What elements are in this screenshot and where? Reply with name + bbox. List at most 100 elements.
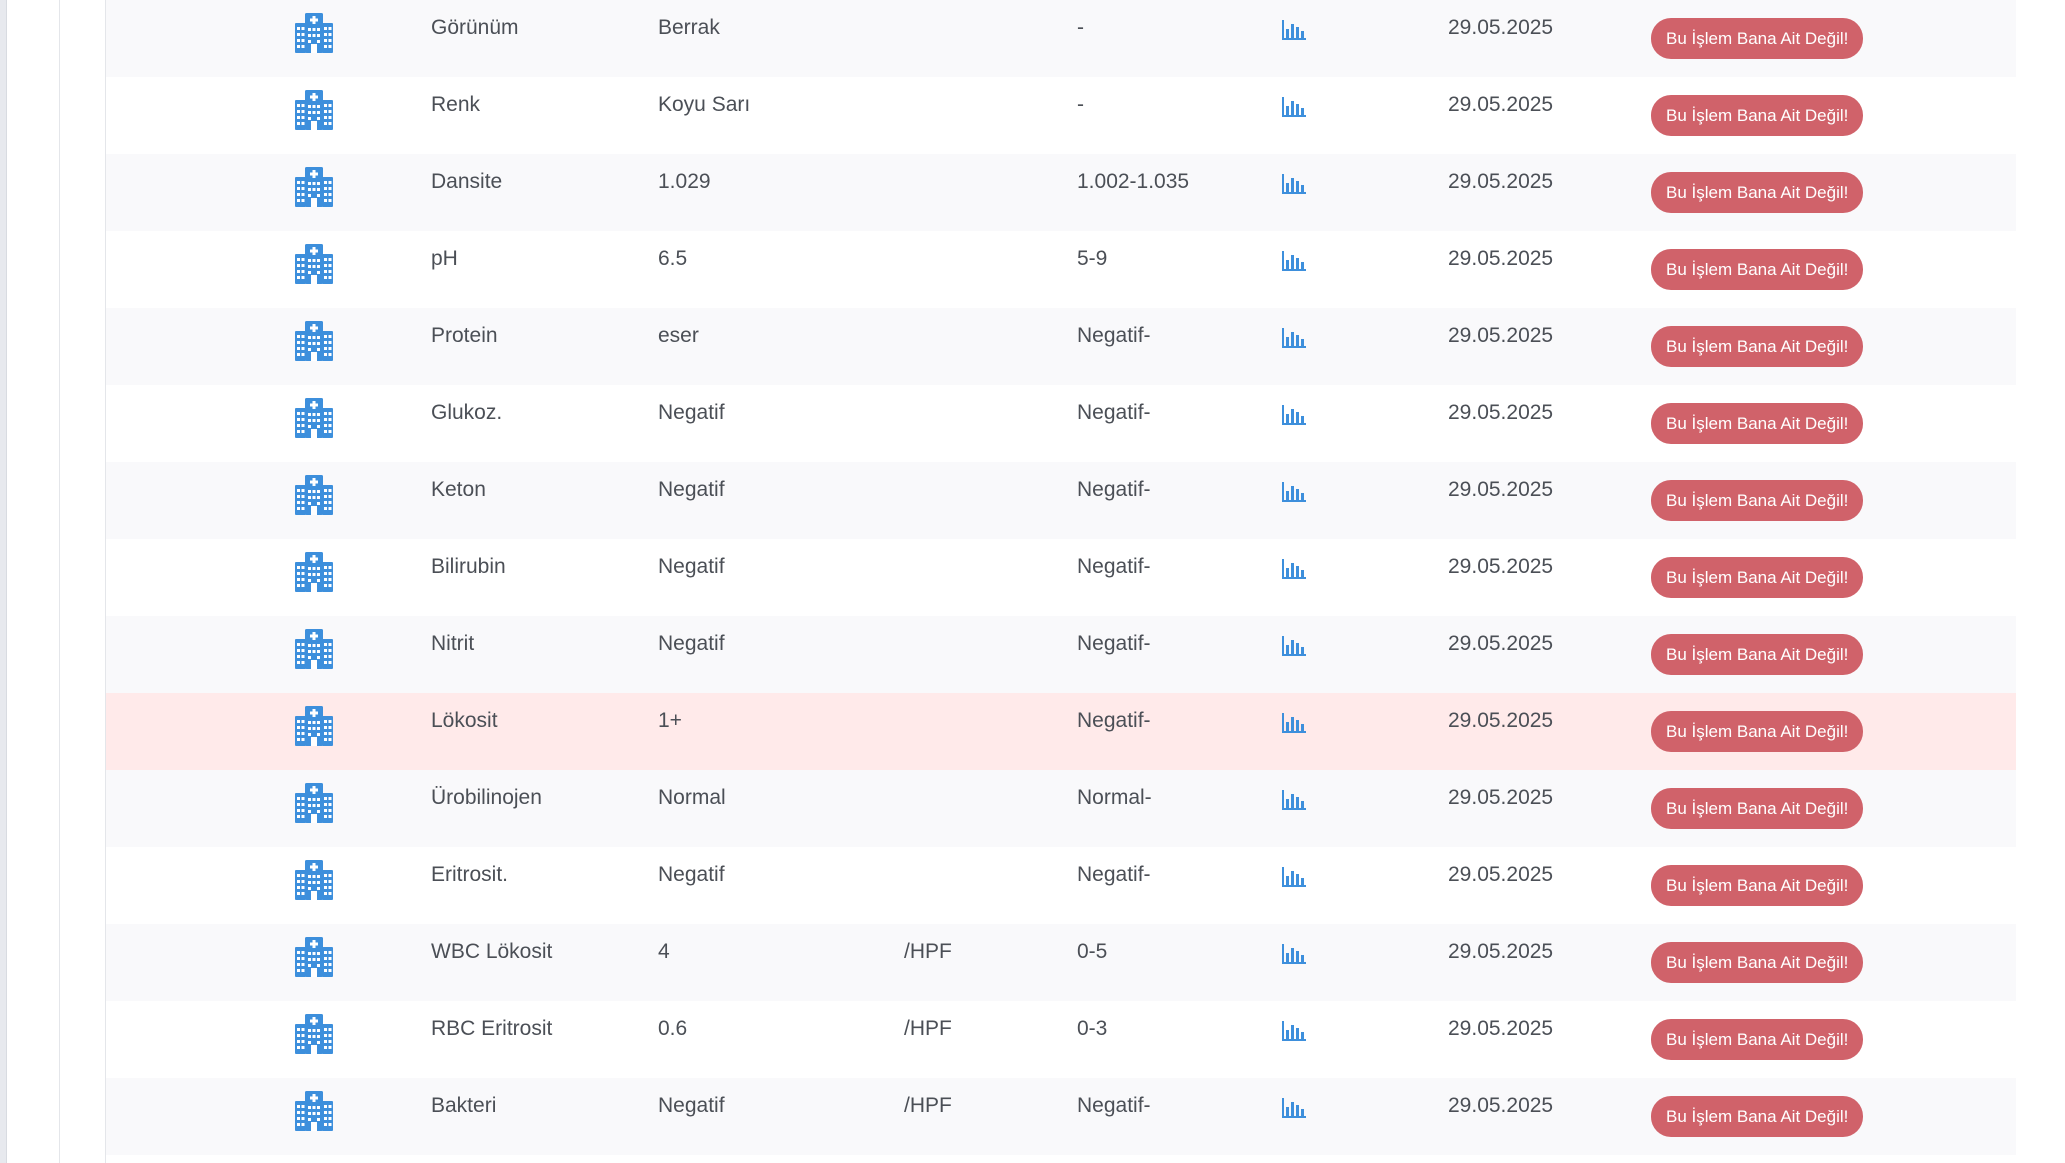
- reference-range: 0-3: [1077, 1017, 1108, 1040]
- reference-range: Normal-: [1077, 786, 1152, 809]
- hospital-building-icon: [292, 858, 336, 902]
- result-value: Negatif: [658, 863, 725, 886]
- not-my-procedure-button[interactable]: Bu İşlem Bana Ait Değil!: [1651, 326, 1864, 367]
- bar-chart-icon[interactable]: [1282, 1021, 1306, 1041]
- reference-range: -: [1077, 16, 1084, 39]
- reference-range: 1.002-1.035: [1077, 170, 1190, 193]
- bar-chart-icon[interactable]: [1282, 20, 1306, 40]
- bar-chart-icon[interactable]: [1282, 559, 1306, 579]
- action-cell: Bu İşlem Bana Ait Değil!: [1651, 1019, 1864, 1060]
- result-value: 0.6: [658, 1017, 688, 1040]
- result-value: eser: [658, 324, 699, 347]
- test-name: Eritrosit.: [431, 863, 509, 886]
- hospital-building-icon: [292, 1089, 336, 1133]
- table-row: Bakteri Negatif /HPF Negatif- 29.05.2025…: [106, 1078, 2016, 1155]
- test-name: Protein: [431, 324, 498, 347]
- action-cell: Bu İşlem Bana Ait Değil!: [1651, 95, 1864, 136]
- bar-chart-icon[interactable]: [1282, 405, 1306, 425]
- bar-chart-icon[interactable]: [1282, 790, 1306, 810]
- test-name: WBC Lökosit: [431, 940, 553, 963]
- bar-chart-icon[interactable]: [1282, 174, 1306, 194]
- bar-chart-icon[interactable]: [1282, 636, 1306, 656]
- result-value: Negatif: [658, 401, 725, 424]
- table-row: pH 6.5 5-9 29.05.2025 Bu İşlem Bana Ait …: [106, 231, 2016, 308]
- result-value: Koyu Sarı: [658, 93, 751, 116]
- table-row: Ürobilinojen Normal Normal- 29.05.2025 B…: [106, 770, 2016, 847]
- hospital-building-icon: [292, 11, 336, 55]
- lab-results-table: Görünüm Berrak - 29.05.2025 Bu İşlem Ban…: [105, 0, 2016, 1163]
- not-my-procedure-button[interactable]: Bu İşlem Bana Ait Değil!: [1651, 865, 1864, 906]
- not-my-procedure-button[interactable]: Bu İşlem Bana Ait Değil!: [1651, 18, 1864, 59]
- bar-chart-icon[interactable]: [1282, 713, 1306, 733]
- bar-chart-icon[interactable]: [1282, 251, 1306, 271]
- table-row: Nitrit Negatif Negatif- 29.05.2025 Bu İş…: [106, 616, 2016, 693]
- test-name: Keton: [431, 478, 486, 501]
- result-date: 29.05.2025: [1448, 1017, 1554, 1040]
- bar-chart-icon[interactable]: [1282, 1098, 1306, 1118]
- result-value: Negatif: [658, 555, 725, 578]
- result-value: Negatif: [658, 478, 725, 501]
- not-my-procedure-button[interactable]: Bu İşlem Bana Ait Değil!: [1651, 711, 1864, 752]
- result-value: 1+: [658, 709, 682, 732]
- result-date: 29.05.2025: [1448, 16, 1554, 39]
- hospital-building-icon: [292, 242, 336, 286]
- reference-range: Negatif-: [1077, 1094, 1151, 1117]
- result-date: 29.05.2025: [1448, 93, 1554, 116]
- not-my-procedure-button[interactable]: Bu İşlem Bana Ait Değil!: [1651, 172, 1864, 213]
- reference-range: -: [1077, 93, 1084, 116]
- table-row: RBC Eritrosit 0.6 /HPF 0-3 29.05.2025 Bu…: [106, 1001, 2016, 1078]
- table-row: Glukoz. Negatif Negatif- 29.05.2025 Bu İ…: [106, 385, 2016, 462]
- table-row: Görünüm Berrak - 29.05.2025 Bu İşlem Ban…: [106, 0, 2016, 77]
- not-my-procedure-button[interactable]: Bu İşlem Bana Ait Değil!: [1651, 788, 1864, 829]
- reference-range: Negatif-: [1077, 709, 1151, 732]
- bar-chart-icon[interactable]: [1282, 328, 1306, 348]
- not-my-procedure-button[interactable]: Bu İşlem Bana Ait Değil!: [1651, 403, 1864, 444]
- action-cell: Bu İşlem Bana Ait Değil!: [1651, 172, 1864, 213]
- hospital-building-icon: [292, 88, 336, 132]
- action-cell: Bu İşlem Bana Ait Değil!: [1651, 942, 1864, 983]
- reference-range: Negatif-: [1077, 401, 1151, 424]
- result-unit: /HPF: [904, 1094, 952, 1117]
- hospital-building-icon: [292, 704, 336, 748]
- test-name: Dansite: [431, 170, 503, 193]
- test-name: Renk: [431, 93, 481, 116]
- not-my-procedure-button[interactable]: Bu İşlem Bana Ait Değil!: [1651, 1096, 1864, 1137]
- action-cell: Bu İşlem Bana Ait Değil!: [1651, 865, 1864, 906]
- not-my-procedure-button[interactable]: Bu İşlem Bana Ait Değil!: [1651, 942, 1864, 983]
- result-date: 29.05.2025: [1448, 324, 1554, 347]
- reference-range: Negatif-: [1077, 632, 1151, 655]
- bar-chart-icon[interactable]: [1282, 482, 1306, 502]
- test-name: pH: [431, 247, 458, 270]
- not-my-procedure-button[interactable]: Bu İşlem Bana Ait Değil!: [1651, 480, 1864, 521]
- action-cell: Bu İşlem Bana Ait Değil!: [1651, 711, 1864, 752]
- hospital-building-icon: [292, 319, 336, 363]
- table-row: Renk Koyu Sarı - 29.05.2025 Bu İşlem Ban…: [106, 77, 2016, 154]
- not-my-procedure-button[interactable]: Bu İşlem Bana Ait Değil!: [1651, 95, 1864, 136]
- result-value: Negatif: [658, 632, 725, 655]
- not-my-procedure-button[interactable]: Bu İşlem Bana Ait Değil!: [1651, 249, 1864, 290]
- bar-chart-icon[interactable]: [1282, 97, 1306, 117]
- result-date: 29.05.2025: [1448, 863, 1554, 886]
- table-row: Dansite 1.029 1.002-1.035 29.05.2025 Bu …: [106, 154, 2016, 231]
- hospital-building-icon: [292, 396, 336, 440]
- not-my-procedure-button[interactable]: Bu İşlem Bana Ait Değil!: [1651, 634, 1864, 675]
- action-cell: Bu İşlem Bana Ait Değil!: [1651, 249, 1864, 290]
- hospital-building-icon: [292, 165, 336, 209]
- table-row: Bilirubin Negatif Negatif- 29.05.2025 Bu…: [106, 539, 2016, 616]
- reference-range: 0-5: [1077, 940, 1108, 963]
- hospital-building-icon: [292, 627, 336, 671]
- bar-chart-icon[interactable]: [1282, 944, 1306, 964]
- bar-chart-icon[interactable]: [1282, 867, 1306, 887]
- action-cell: Bu İşlem Bana Ait Değil!: [1651, 1096, 1864, 1137]
- reference-range: Negatif-: [1077, 324, 1151, 347]
- action-cell: Bu İşlem Bana Ait Değil!: [1651, 18, 1864, 59]
- result-unit: /HPF: [904, 1017, 952, 1040]
- result-date: 29.05.2025: [1448, 786, 1554, 809]
- result-date: 29.05.2025: [1448, 478, 1554, 501]
- not-my-procedure-button[interactable]: Bu İşlem Bana Ait Değil!: [1651, 557, 1864, 598]
- result-date: 29.05.2025: [1448, 632, 1554, 655]
- result-date: 29.05.2025: [1448, 1094, 1554, 1117]
- test-name: RBC Eritrosit: [431, 1017, 553, 1040]
- not-my-procedure-button[interactable]: Bu İşlem Bana Ait Değil!: [1651, 1019, 1864, 1060]
- result-date: 29.05.2025: [1448, 709, 1554, 732]
